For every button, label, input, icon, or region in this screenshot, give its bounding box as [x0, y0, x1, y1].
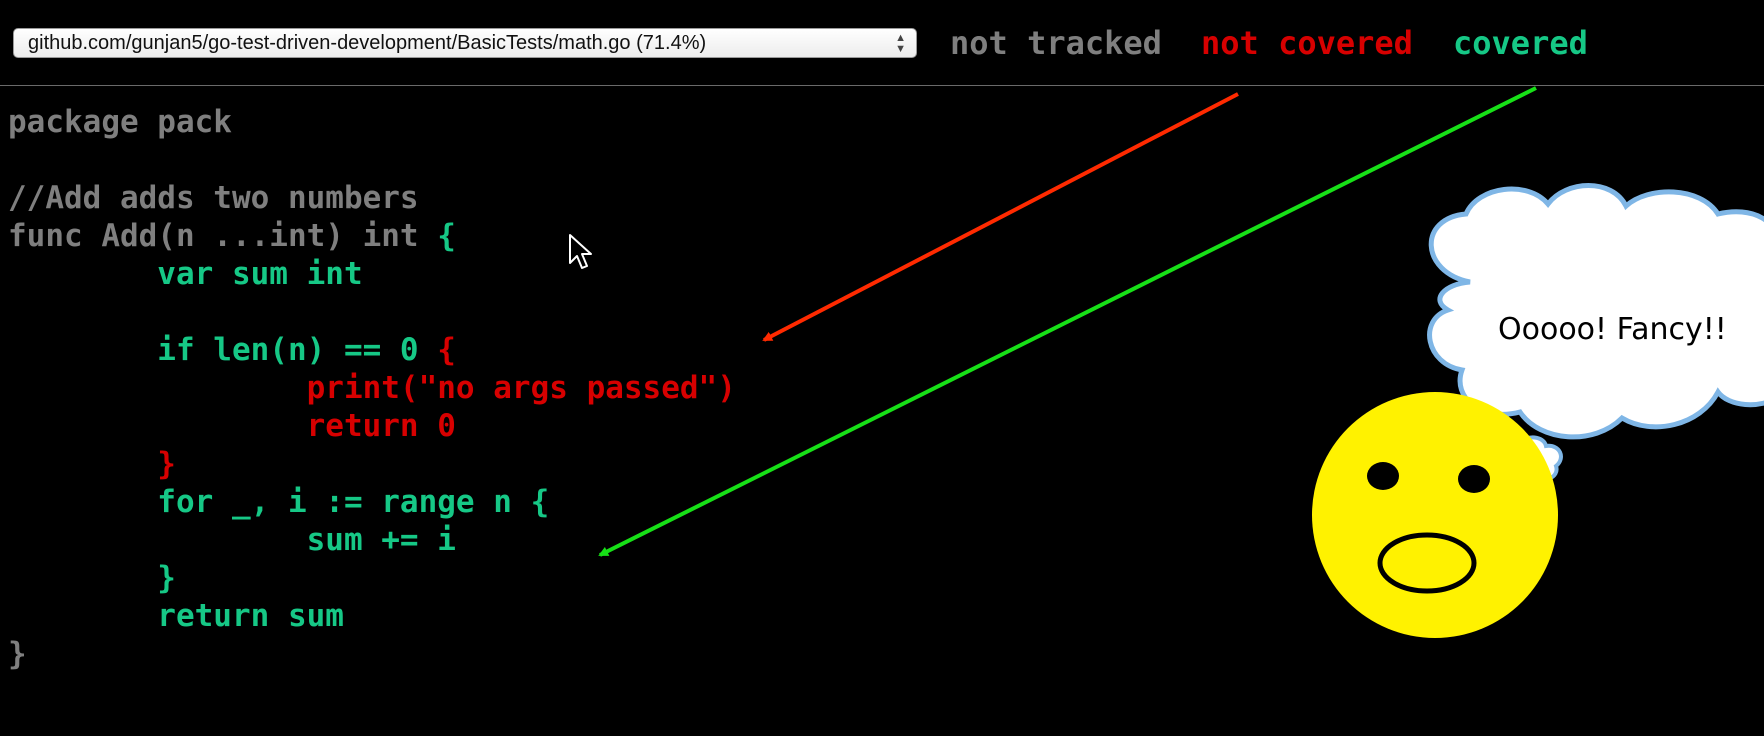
annotation-overlay: [598, 86, 1764, 638]
left-eye: [1367, 462, 1399, 490]
red-arrow: [762, 92, 1239, 342]
mouse-pointer-icon: [569, 234, 592, 269]
thought-bubble-text: Ooooo! Fancy!!: [1498, 312, 1727, 347]
right-eye: [1458, 465, 1490, 493]
smiley-face: [1312, 392, 1558, 638]
surprised-smiley: [1312, 392, 1558, 638]
